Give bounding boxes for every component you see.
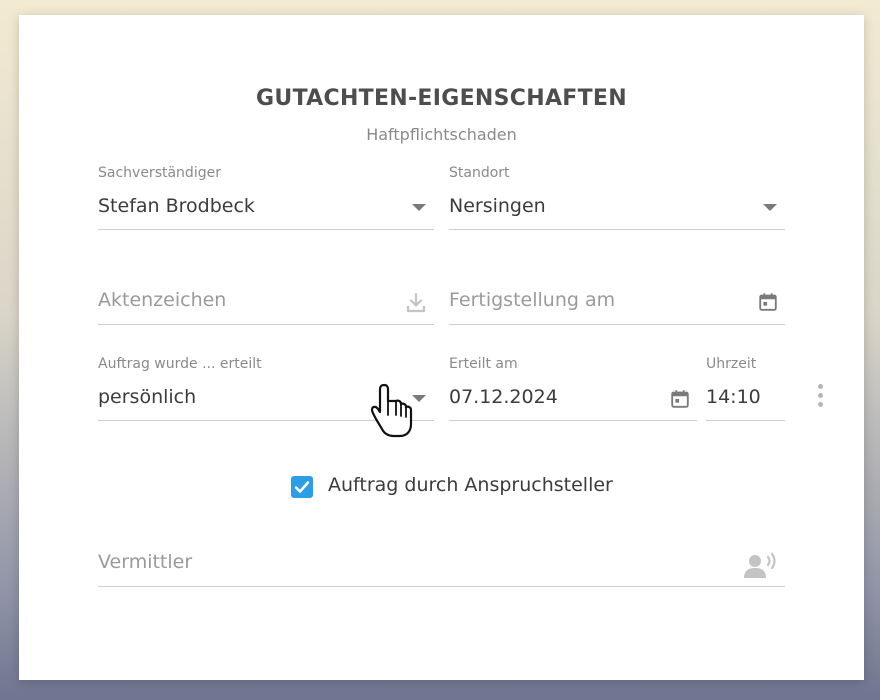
auftrag-value: persönlich bbox=[98, 386, 197, 408]
anspruchsteller-checkbox[interactable] bbox=[291, 476, 313, 498]
erteilt-am-input[interactable]: Erteilt am 07.12.2024 bbox=[449, 356, 697, 421]
erteilt-am-label: Erteilt am bbox=[449, 356, 518, 372]
standort-select[interactable]: Standort Nersingen bbox=[449, 165, 785, 230]
standort-label: Standort bbox=[449, 165, 510, 181]
uhrzeit-label: Uhrzeit bbox=[706, 356, 757, 372]
chevron-down-icon[interactable] bbox=[763, 204, 777, 211]
chevron-down-icon[interactable] bbox=[412, 204, 426, 211]
sachverstaendiger-value: Stefan Brodbeck bbox=[98, 195, 255, 217]
standort-value: Nersingen bbox=[449, 195, 546, 217]
sachverstaendiger-select[interactable]: Sachverständiger Stefan Brodbeck bbox=[98, 165, 434, 230]
person-voice-icon[interactable] bbox=[743, 551, 781, 579]
calendar-icon[interactable] bbox=[669, 388, 691, 410]
page-subtitle: Haftpflichtschaden bbox=[366, 125, 517, 144]
uhrzeit-input[interactable]: Uhrzeit 14:10 bbox=[706, 356, 785, 421]
page-title: GUTACHTEN-EIGENSCHAFTEN bbox=[256, 86, 627, 111]
checkmark-icon bbox=[294, 481, 310, 493]
calendar-icon[interactable] bbox=[757, 291, 779, 313]
sachverstaendiger-label: Sachverständiger bbox=[98, 165, 221, 181]
hand-cursor-icon bbox=[370, 383, 413, 438]
download-icon[interactable] bbox=[404, 291, 428, 315]
chevron-down-icon[interactable] bbox=[412, 395, 426, 402]
vermittler-input[interactable]: Vermittler bbox=[98, 545, 785, 587]
anspruchsteller-checkbox-label[interactable]: Auftrag durch Anspruchsteller bbox=[328, 474, 613, 496]
fertigstellung-input[interactable]: Fertigstellung am bbox=[449, 285, 785, 325]
fertigstellung-placeholder: Fertigstellung am bbox=[449, 289, 616, 311]
aktenzeichen-input[interactable]: Aktenzeichen bbox=[98, 285, 434, 325]
uhrzeit-value: 14:10 bbox=[706, 386, 761, 408]
aktenzeichen-placeholder: Aktenzeichen bbox=[98, 289, 227, 311]
more-options-icon[interactable] bbox=[815, 384, 827, 414]
erteilt-am-value: 07.12.2024 bbox=[449, 386, 558, 408]
auftrag-label: Auftrag wurde ... erteilt bbox=[98, 356, 262, 372]
properties-card: GUTACHTEN-EIGENSCHAFTEN Haftpflichtschad… bbox=[19, 15, 864, 680]
vermittler-placeholder: Vermittler bbox=[98, 551, 193, 573]
